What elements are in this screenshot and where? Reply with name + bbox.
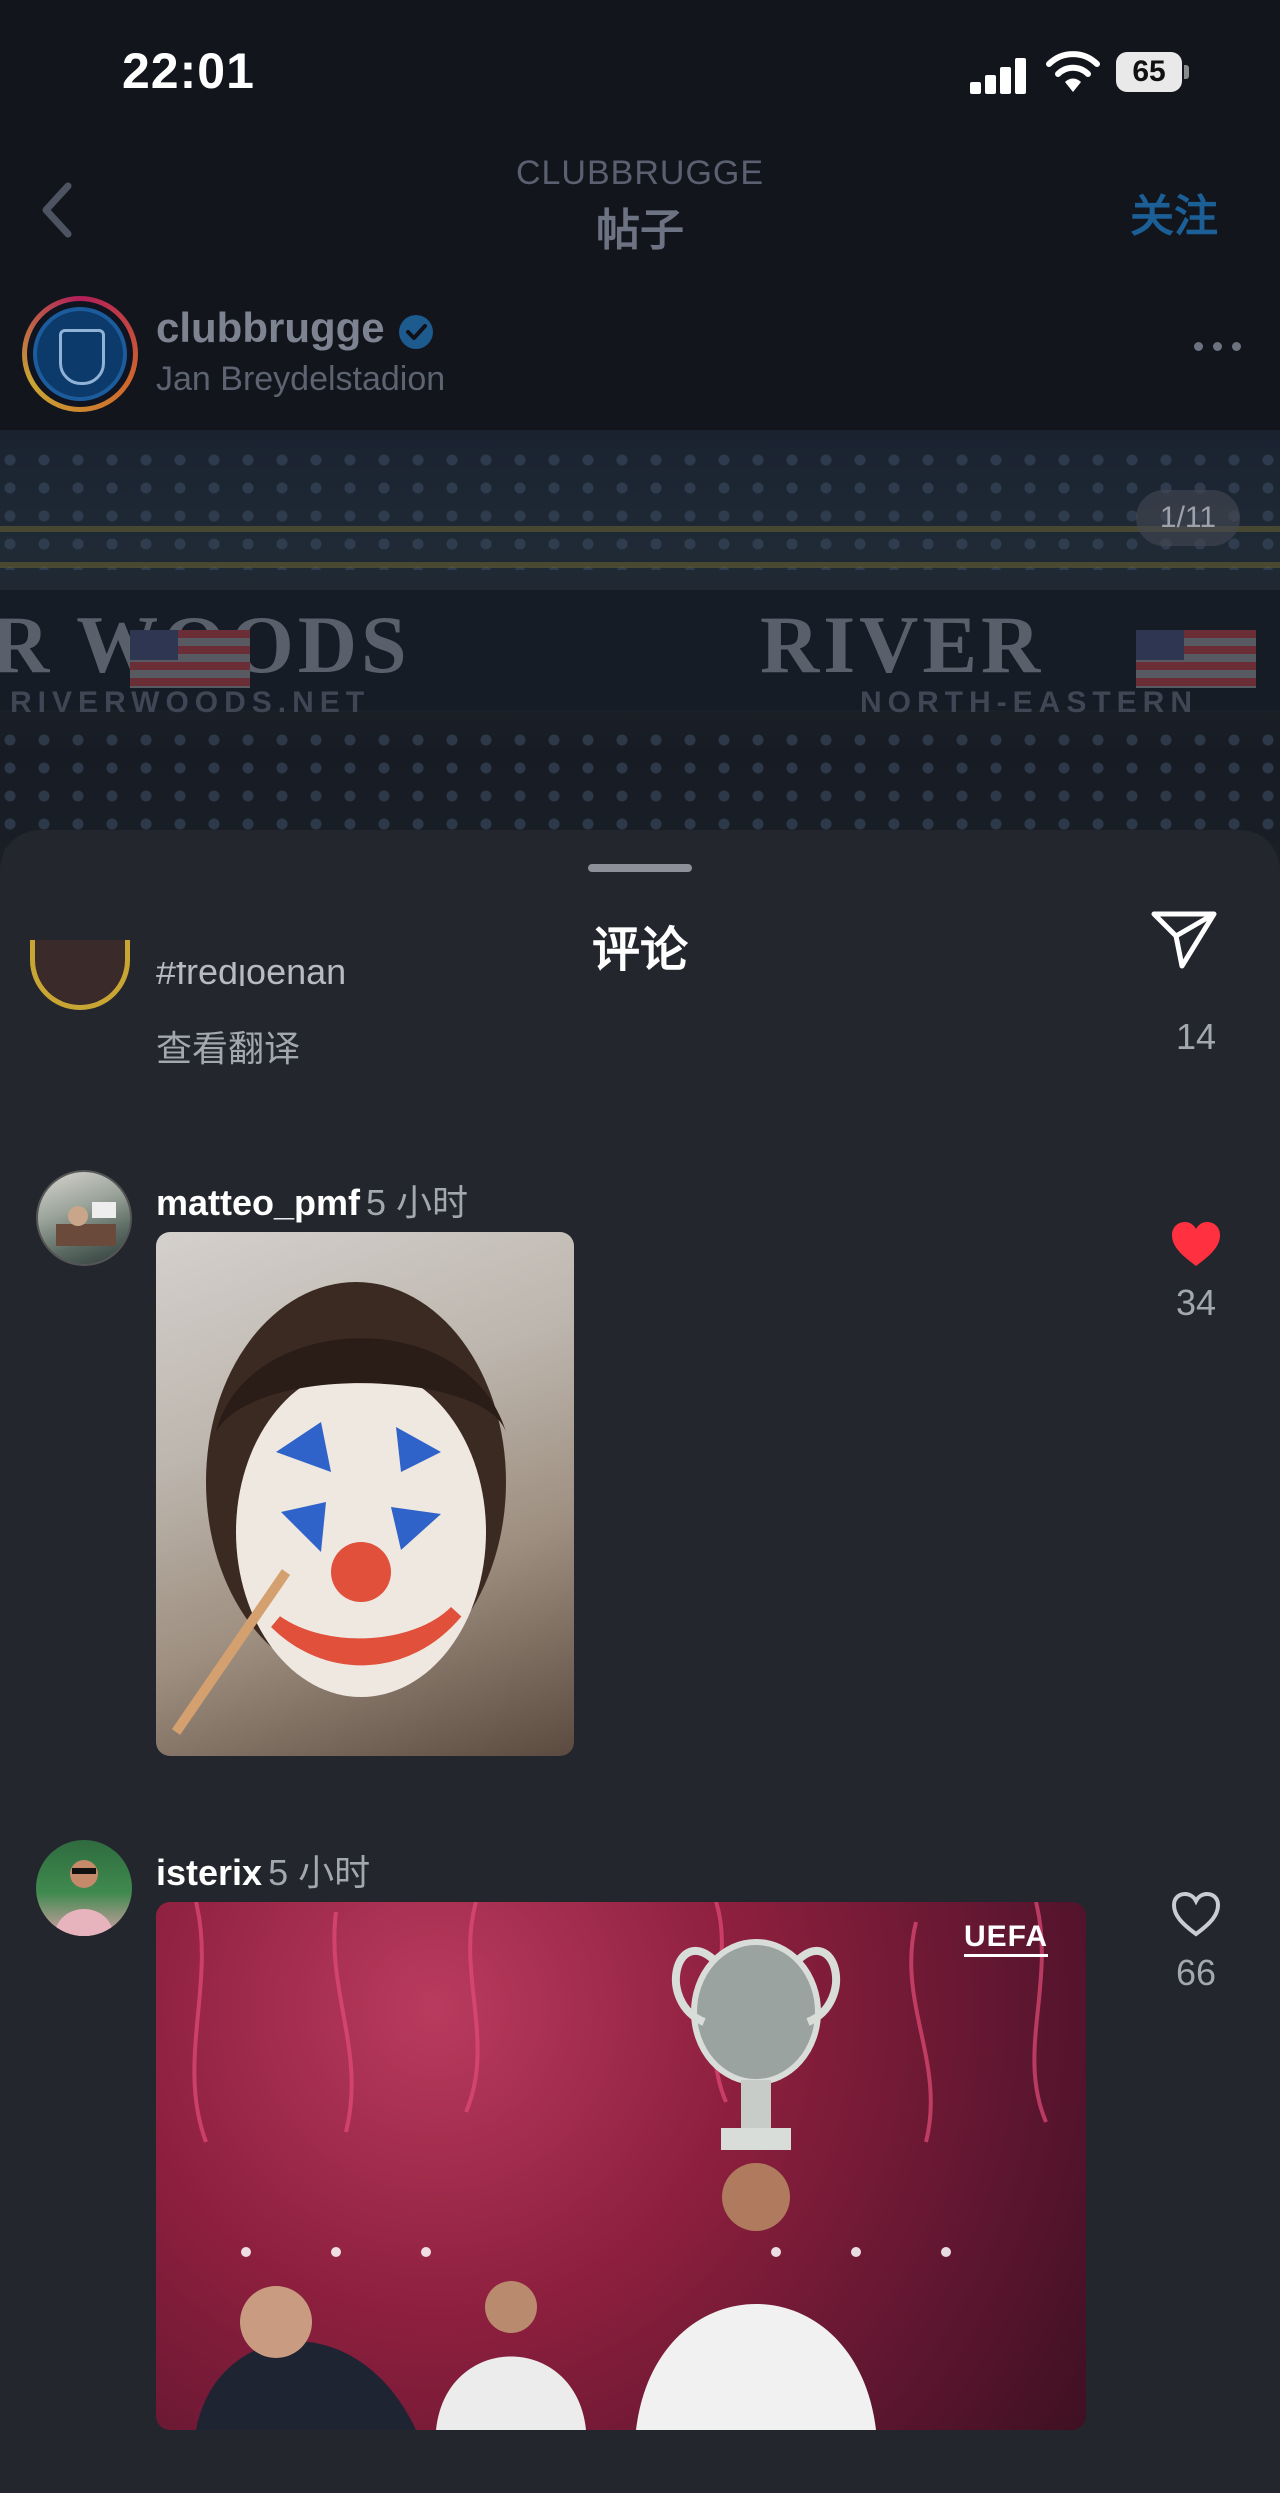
banner-sub-right: NORTH-EASTERN — [860, 686, 1198, 719]
comment-username-text[interactable]: isterix — [156, 1852, 262, 1893]
comment-username[interactable]: isterix 5 小时 — [156, 1844, 370, 1896]
like-count: 34 — [1175, 1282, 1217, 1323]
cellular-signal-icon — [970, 58, 1028, 94]
banner-sub-left: RIVERWOODS.NET — [10, 686, 371, 719]
heart-filled-icon[interactable] — [1170, 1220, 1222, 1268]
more-options-icon[interactable] — [1194, 340, 1242, 354]
comment-item: isterix 5 小时 66 UEFA — [0, 1840, 1280, 2460]
follow-button[interactable]: 关注 — [1130, 180, 1218, 244]
page-indicator: 1/11 — [1136, 490, 1240, 546]
flag-icon — [1136, 630, 1256, 688]
see-translation-link[interactable]: 查看翻译 — [156, 1020, 300, 1072]
nav-subtitle: CLUBBRUGGE — [515, 154, 765, 192]
comment-username[interactable]: matteo_pmf 5 小时 — [156, 1174, 468, 1226]
avatar[interactable] — [36, 1170, 132, 1266]
stadium-banner: R WOODS RIVER RIVERWOODS.NET NORTH-EASTE… — [0, 590, 1280, 719]
page-title: 帖子 — [596, 206, 684, 255]
uefa-overlay-label: UEFA — [964, 1920, 1049, 1957]
comment-item: #fredjoenan 查看翻译 14 — [0, 940, 1280, 1140]
battery-level: 65 — [1116, 52, 1182, 92]
like-count: 14 — [1175, 1016, 1217, 1057]
post-username[interactable]: clubbrugge — [156, 304, 385, 352]
comment-gif-trophy[interactable]: UEFA — [156, 1902, 1086, 2430]
avatar-illustration — [54, 1860, 114, 1936]
flag-icon — [130, 630, 250, 688]
avatar[interactable] — [30, 940, 130, 1010]
status-bar: 22:01 65 — [0, 0, 1280, 140]
wifi-icon — [1046, 51, 1100, 92]
avatar[interactable] — [22, 296, 138, 412]
post-header: clubbrugge Jan Breydelstadion — [0, 290, 1280, 430]
verified-icon — [399, 315, 433, 349]
top-navigation: CLUBBRUGGE 帖子 关注 — [0, 140, 1280, 290]
comments-sheet: 评论 #fredjoenan 查看翻译 14 matteo_pmf 5 小时 34 — [0, 830, 1280, 2493]
crowd-texture — [0, 450, 1280, 570]
avatar[interactable] — [36, 1840, 132, 1936]
comment-item: matteo_pmf 5 小时 34 — [0, 1170, 1280, 1790]
post-image[interactable]: R WOODS RIVER RIVERWOODS.NET NORTH-EASTE… — [0, 430, 1280, 890]
battery-icon: 65 — [1116, 52, 1190, 92]
heart-outline-icon[interactable] — [1170, 1890, 1222, 1938]
trophy-celebration-illustration — [192, 1902, 1048, 2430]
post-location[interactable]: Jan Breydelstadion — [156, 360, 445, 399]
share-icon[interactable] — [1148, 906, 1220, 972]
avatar-illustration — [56, 1202, 116, 1246]
club-logo — [33, 307, 127, 401]
comment-time: 5 小时 — [268, 1852, 371, 1893]
comment-gif-clown[interactable] — [156, 1232, 574, 1756]
status-time: 22:01 — [122, 43, 255, 99]
like-count: 66 — [1175, 1952, 1217, 1993]
comment-time: 5 小时 — [366, 1182, 469, 1223]
comment-username-text[interactable]: matteo_pmf — [156, 1182, 360, 1223]
comment-username[interactable]: #fredjoenan — [156, 962, 346, 986]
sheet-drag-handle[interactable] — [588, 864, 692, 872]
banner-text-right: RIVER — [760, 599, 1045, 690]
clown-face-illustration — [171, 1282, 506, 1735]
